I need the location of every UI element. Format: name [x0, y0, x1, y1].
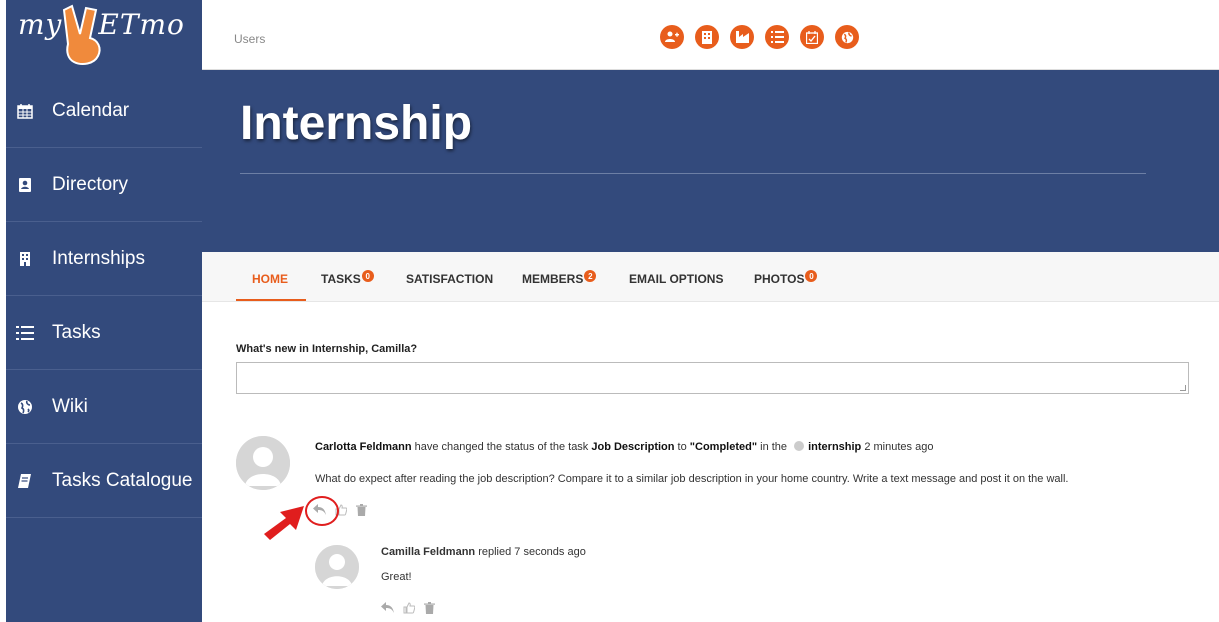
sidebar-item-wiki[interactable]: Wiki [6, 370, 202, 444]
sidebar-item-tasks[interactable]: Tasks [6, 296, 202, 370]
sidebar: my ETmo Calendar Directory Internships Ta… [6, 0, 202, 622]
sidebar-item-label: Calendar [52, 100, 130, 121]
globe-icon [16, 398, 34, 416]
sidebar-item-internships[interactable]: Internships [6, 222, 202, 296]
divider [240, 173, 1146, 174]
sidebar-item-label: Wiki [52, 396, 88, 417]
tab-home[interactable]: HOME [252, 272, 288, 286]
tab-label: TASKS [321, 272, 361, 286]
factory-icon[interactable] [730, 25, 754, 49]
reply-header: Camilla Feldmann replied 7 seconds ago [381, 546, 586, 558]
logo-text-left: my [18, 8, 63, 41]
reply-icon[interactable] [381, 601, 394, 614]
highlight-annotation [305, 496, 339, 526]
list-icon[interactable] [765, 25, 789, 49]
tab-email-options[interactable]: EMAIL OPTIONS [629, 272, 723, 286]
tab-label: SATISFACTION [406, 272, 494, 286]
top-bar: Users [202, 0, 1219, 70]
activity-header: Carlotta Feldmann have changed the statu… [315, 441, 933, 453]
activity-text: to [674, 441, 690, 453]
breadcrumb[interactable]: Users [234, 32, 265, 46]
sidebar-item-label: Internships [52, 248, 145, 269]
task-link[interactable]: Job Description [591, 441, 674, 453]
sidebar-item-directory[interactable]: Directory [6, 148, 202, 222]
sidebar-item-label: Directory [52, 174, 129, 195]
author-link[interactable]: Camilla Feldmann [381, 546, 475, 558]
like-icon[interactable] [402, 601, 415, 614]
activity-body: What do expect after reading the job des… [315, 473, 1069, 485]
tab-label: MEMBERS [522, 272, 584, 286]
resize-handle[interactable] [1180, 385, 1186, 391]
count-badge: 2 [584, 270, 597, 282]
top-actions [660, 25, 859, 49]
logo-text-right: ETmo [98, 8, 185, 41]
tab-bar: HOME TASKS 0 SATISFACTION MEMBERS 2 EMAIL … [202, 252, 1219, 302]
tab-satisfaction[interactable]: SATISFACTION [406, 272, 493, 286]
logo[interactable]: my ETmo [6, 0, 202, 72]
tab-tasks[interactable]: TASKS 0 [321, 270, 374, 286]
sidebar-item-label: Tasks Catalogue [52, 470, 193, 491]
group-link[interactable]: internship [808, 441, 861, 453]
tab-members[interactable]: MEMBERS 2 [522, 270, 597, 286]
tab-label: HOME [252, 272, 288, 286]
peace-hand-logo-icon [62, 4, 101, 65]
sidebar-item-tasks-catalogue[interactable]: Tasks Catalogue [6, 444, 202, 518]
list-icon [16, 324, 34, 342]
page-title: Internship [240, 97, 473, 150]
post-textarea[interactable] [236, 362, 1189, 394]
count-badge: 0 [805, 270, 818, 282]
add-user-icon[interactable] [660, 25, 684, 49]
globe-icon[interactable] [835, 25, 859, 49]
reply-actions [381, 601, 436, 614]
reply-meta: replied 7 seconds ago [475, 546, 586, 558]
book-icon [16, 472, 34, 490]
count-badge: 0 [361, 270, 374, 282]
contact-card-icon [16, 176, 34, 194]
post-prompt: What's new in Internship, Camilla? [236, 343, 418, 355]
calendar-icon [16, 102, 34, 120]
sidebar-item-calendar[interactable]: Calendar [6, 74, 202, 148]
sidebar-item-label: Tasks [52, 322, 101, 343]
author-link[interactable]: Carlotta Feldmann [315, 441, 412, 453]
status-text: "Completed" [689, 441, 758, 453]
activity-text: have changed the status of the task [411, 441, 592, 453]
avatar[interactable] [236, 436, 290, 490]
tab-photos[interactable]: PHOTOS 0 [754, 270, 818, 286]
building-icon [16, 250, 34, 268]
active-tab-indicator [236, 299, 306, 301]
tab-label: PHOTOS [754, 272, 805, 286]
building-icon[interactable] [695, 25, 719, 49]
trash-icon[interactable] [355, 503, 368, 516]
calendar-check-icon[interactable] [800, 25, 824, 49]
avatar[interactable] [315, 545, 359, 589]
trash-icon[interactable] [423, 601, 436, 614]
timestamp: 2 minutes ago [861, 441, 934, 453]
activity-text: in the [757, 441, 791, 453]
tab-label: EMAIL OPTIONS [629, 272, 724, 286]
pointer-arrow-icon [264, 506, 304, 540]
group-header: Internship [202, 70, 1219, 252]
reply-body: Great! [381, 571, 412, 583]
group-icon [794, 441, 805, 451]
